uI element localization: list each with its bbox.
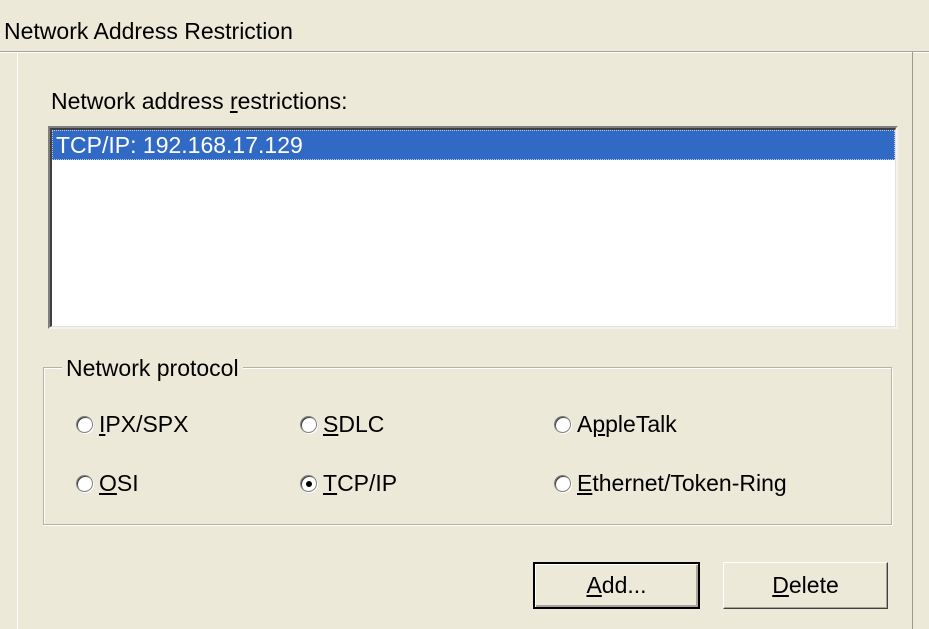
radio-sdlc-accel: S bbox=[323, 410, 339, 437]
radio-circle-icon bbox=[76, 474, 93, 492]
radio-sdlc[interactable]: S DLC bbox=[300, 406, 384, 442]
restrictions-label-pre: Network address bbox=[51, 88, 230, 114]
network-protocol-legend: Network protocol bbox=[62, 356, 243, 380]
radio-tcp-ip[interactable]: T CP/IP bbox=[300, 465, 397, 501]
radio-appletalk-accel: p bbox=[592, 410, 606, 437]
delete-button[interactable]: Delete bbox=[723, 562, 888, 609]
radio-ipx-spx[interactable]: I PX/SPX bbox=[76, 406, 189, 442]
restrictions-label-accel: r bbox=[229, 88, 238, 114]
panel-left-edge bbox=[17, 52, 18, 629]
add-button[interactable]: Add... bbox=[533, 562, 700, 609]
panel-right-edge bbox=[912, 52, 913, 629]
panel-header: Network Address Restriction bbox=[0, 0, 929, 51]
radio-circle-icon bbox=[300, 474, 317, 492]
add-button-accel: A bbox=[586, 572, 602, 598]
network-protocol-group bbox=[43, 367, 892, 525]
radio-circle-icon bbox=[76, 415, 93, 433]
restrictions-listbox[interactable]: TCP/IP: 192.168.17.129 bbox=[48, 126, 898, 329]
radio-sdlc-label: DLC bbox=[338, 410, 385, 437]
radio-appletalk[interactable]: Ap pleTalk bbox=[554, 406, 677, 442]
radio-tcp-ip-accel: T bbox=[323, 469, 338, 496]
radio-ipx-spx-label: PX/SPX bbox=[105, 410, 189, 437]
restrictions-listbox-inner: TCP/IP: 192.168.17.129 bbox=[50, 128, 896, 327]
header-divider bbox=[0, 51, 929, 53]
radio-osi-label: SI bbox=[116, 469, 139, 496]
radio-osi-accel: O bbox=[99, 469, 117, 496]
delete-button-accel: D bbox=[772, 572, 789, 598]
restrictions-label: Network address restrictions: bbox=[51, 86, 348, 116]
delete-button-label: elete bbox=[788, 572, 839, 598]
radio-circle-icon bbox=[554, 415, 571, 433]
radio-osi[interactable]: O SI bbox=[76, 465, 139, 501]
add-button-label: dd... bbox=[601, 572, 647, 598]
radio-circle-icon bbox=[554, 474, 571, 492]
radio-dot-icon bbox=[306, 480, 312, 487]
radio-ethernet-token-ring[interactable]: Ethernet/Token-Ring bbox=[554, 465, 787, 501]
radio-appletalk-label-pre: A bbox=[577, 410, 593, 437]
restriction-list-item[interactable]: TCP/IP: 192.168.17.129 bbox=[52, 130, 895, 160]
restrictions-label-post: estrictions: bbox=[237, 88, 348, 114]
radio-circle-icon bbox=[300, 415, 317, 433]
radio-tcp-ip-label: CP/IP bbox=[337, 469, 398, 496]
radio-appletalk-label: pleTalk bbox=[605, 410, 677, 437]
panel-title: Network Address Restriction bbox=[4, 18, 293, 44]
radio-ethernet-token-ring-accel: E bbox=[577, 469, 593, 496]
radio-ethernet-token-ring-label: thernet/Token-Ring bbox=[592, 469, 787, 496]
